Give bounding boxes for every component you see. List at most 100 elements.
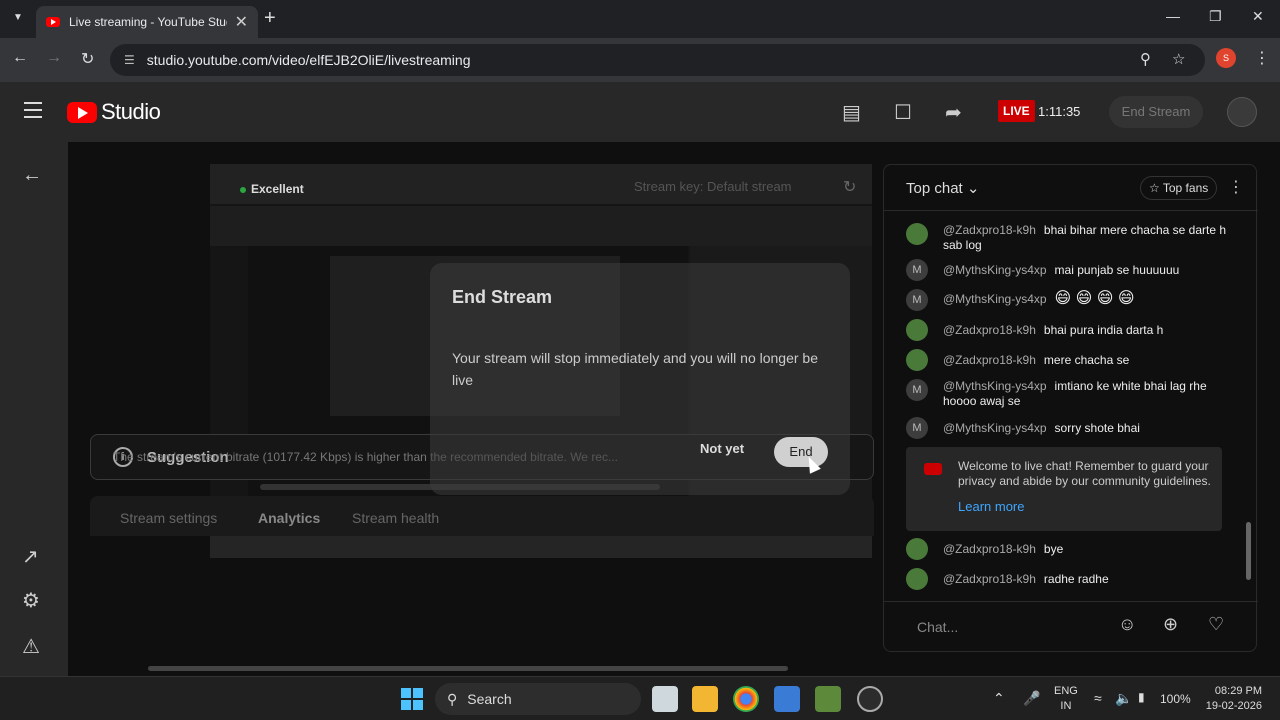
chat-scrollbar[interactable] (1246, 522, 1251, 580)
tab-stream-settings[interactable]: Stream settings (120, 510, 217, 526)
emoji-icon[interactable]: ☺ (1118, 614, 1136, 635)
new-tab-icon[interactable]: + (264, 7, 276, 30)
message-text: 😄 😄 😄 😄 (1054, 290, 1135, 307)
reload-icon[interactable]: ↻ (81, 49, 94, 69)
wifi-icon[interactable]: ≈ (1094, 690, 1102, 706)
chat-message: @Zadxpro18-k9h bhai pura india darta h (906, 319, 1232, 341)
chat-message: M @MythsKing-ys4xp imtiano ke white bhai … (906, 379, 1232, 409)
tab-analytics[interactable]: Analytics (258, 510, 320, 526)
chat-input[interactable]: Chat... (917, 619, 958, 635)
user-avatar[interactable]: M (906, 379, 928, 401)
chat-message: @Zadxpro18-k9h bhai bihar mere chacha se … (906, 223, 1232, 253)
store-icon[interactable] (774, 686, 800, 712)
volume-icon[interactable]: 🔈 (1115, 690, 1132, 707)
chat-input-row: Chat... ☺ ⊕ ♡ (884, 601, 1258, 653)
chat-title: Top chat (906, 180, 963, 197)
horizontal-scrollbar[interactable] (148, 666, 788, 671)
battery-percent: 100% (1160, 692, 1191, 706)
maximize-icon[interactable]: ❐ (1209, 8, 1222, 25)
chat-message: M @MythsKing-ys4xp sorry shote bhai (906, 417, 1232, 439)
site-info-icon[interactable]: ☰ (124, 53, 135, 67)
file-explorer-icon[interactable] (692, 686, 718, 712)
welcome-notice: Welcome to live chat! Remember to guard … (906, 447, 1222, 531)
message-author[interactable]: @MythsKing-ys4xp (943, 292, 1047, 306)
message-author[interactable]: @MythsKing-ys4xp (943, 263, 1047, 277)
tab-title: Live streaming - YouTube Studio (69, 15, 227, 29)
user-avatar[interactable] (906, 223, 928, 245)
address-bar: ← → ↻ ☰ studio.youtube.com/video/elfEJB2… (0, 38, 1280, 82)
chat-mode-dropdown[interactable]: Top chat ⌄ (906, 179, 979, 197)
minecraft-icon[interactable] (815, 686, 841, 712)
microphone-icon[interactable]: 🎤 (1023, 690, 1040, 707)
end-stream-button[interactable]: End Stream (1109, 96, 1203, 128)
minimize-icon[interactable]: — (1166, 8, 1180, 24)
task-view-icon[interactable] (652, 686, 678, 712)
add-icon[interactable]: ⊕ (1163, 614, 1178, 635)
window-close-icon[interactable]: ✕ (1252, 8, 1264, 25)
chat-message: @Zadxpro18-k9h mere chacha se (906, 349, 1232, 371)
message-text: sorry shote bhai (1054, 421, 1140, 435)
feedback-icon[interactable]: ⚠ (22, 634, 40, 659)
learn-more-link[interactable]: Learn more (958, 499, 1024, 514)
show-hidden-icons-icon[interactable]: ⌃ (993, 690, 1005, 707)
back-arrow-icon[interactable]: ← (22, 164, 42, 187)
taskbar-search-label: Search (467, 691, 512, 707)
user-avatar[interactable] (906, 349, 928, 371)
user-avatar[interactable]: M (906, 259, 928, 281)
message-text: mai punjab se huuuuuu (1054, 263, 1180, 277)
user-avatar[interactable] (906, 538, 928, 560)
password-key-icon[interactable]: ⚲ (1140, 50, 1151, 68)
tab-search-icon[interactable]: ▼ (8, 8, 28, 28)
browser-tab[interactable]: Live streaming - YouTube Studio ✕ (36, 6, 258, 38)
settings-gear-icon[interactable]: ⚙ (22, 588, 40, 613)
end-button[interactable]: End (774, 437, 828, 467)
user-avatar[interactable] (906, 568, 928, 590)
message-author[interactable]: @Zadxpro18-k9h (943, 323, 1036, 337)
message-author[interactable]: @MythsKing-ys4xp (943, 379, 1047, 393)
top-fans-button[interactable]: ☆ Top fans (1140, 176, 1218, 200)
windows-taskbar: ⚲ Search ⌃ 🎤 ENG IN ≈ 🔈 ▮ 100% 08:29 PM 19… (0, 676, 1280, 720)
heart-icon[interactable]: ♡ (1208, 614, 1224, 635)
clapperboard-icon[interactable]: ▤ (842, 100, 861, 125)
chrome-icon[interactable] (733, 686, 759, 712)
forward-icon[interactable]: → (46, 49, 62, 67)
chat-message: @Zadxpro18-k9h radhe radhe (906, 568, 1232, 590)
browser-menu-icon[interactable]: ⋮ (1254, 48, 1270, 68)
tab-close-icon[interactable]: ✕ (235, 12, 248, 32)
message-body: @Zadxpro18-k9h radhe radhe (943, 568, 1109, 590)
channel-avatar[interactable] (1227, 97, 1257, 127)
left-rail: ← ↗ ⚙ ⚠ (0, 142, 68, 678)
message-author[interactable]: @Zadxpro18-k9h (943, 542, 1036, 556)
bookmark-star-icon[interactable]: ☆ (1172, 50, 1185, 68)
bookmark-icon[interactable]: ☐ (894, 100, 912, 125)
refresh-icon[interactable]: ↻ (843, 177, 856, 197)
lang-line1: ENG (1054, 685, 1078, 697)
message-author[interactable]: @Zadxpro18-k9h (943, 353, 1036, 367)
user-avatar[interactable]: M (906, 417, 928, 439)
profile-avatar[interactable]: S (1216, 48, 1236, 68)
message-author[interactable]: @MythsKing-ys4xp (943, 421, 1047, 435)
open-external-icon[interactable]: ↗ (22, 544, 39, 569)
stream-key-dropdown[interactable]: Stream key: Default stream (634, 179, 792, 194)
youtube-favicon-icon (46, 17, 60, 27)
share-icon[interactable]: ➦ (945, 100, 962, 125)
dialog-body: Your stream will stop immediately and yo… (452, 350, 818, 388)
chat-menu-icon[interactable]: ⋮ (1228, 177, 1244, 197)
url-field[interactable]: ☰ studio.youtube.com/video/elfEJB2OliE/l… (110, 44, 1205, 76)
obs-icon[interactable] (857, 686, 883, 712)
language-indicator[interactable]: ENG IN (1054, 684, 1078, 714)
tab-stream-health[interactable]: Stream health (352, 510, 439, 526)
battery-icon[interactable]: ▮ (1138, 690, 1145, 704)
studio-logo[interactable]: Studio (67, 99, 161, 125)
browser-tab-bar: ▼ Live streaming - YouTube Studio ✕ + — … (0, 0, 1280, 38)
taskbar-search[interactable]: ⚲ Search (435, 683, 641, 715)
back-icon[interactable]: ← (12, 49, 28, 67)
user-avatar[interactable]: M (906, 289, 928, 311)
start-menu-icon[interactable] (401, 688, 423, 710)
message-author[interactable]: @Zadxpro18-k9h (943, 572, 1036, 586)
user-avatar[interactable] (906, 319, 928, 341)
menu-icon[interactable] (24, 102, 42, 123)
message-author[interactable]: @Zadxpro18-k9h (943, 223, 1036, 237)
not-yet-button[interactable]: Not yet (700, 441, 744, 456)
clock[interactable]: 08:29 PM 19-02-2026 (1200, 684, 1262, 714)
